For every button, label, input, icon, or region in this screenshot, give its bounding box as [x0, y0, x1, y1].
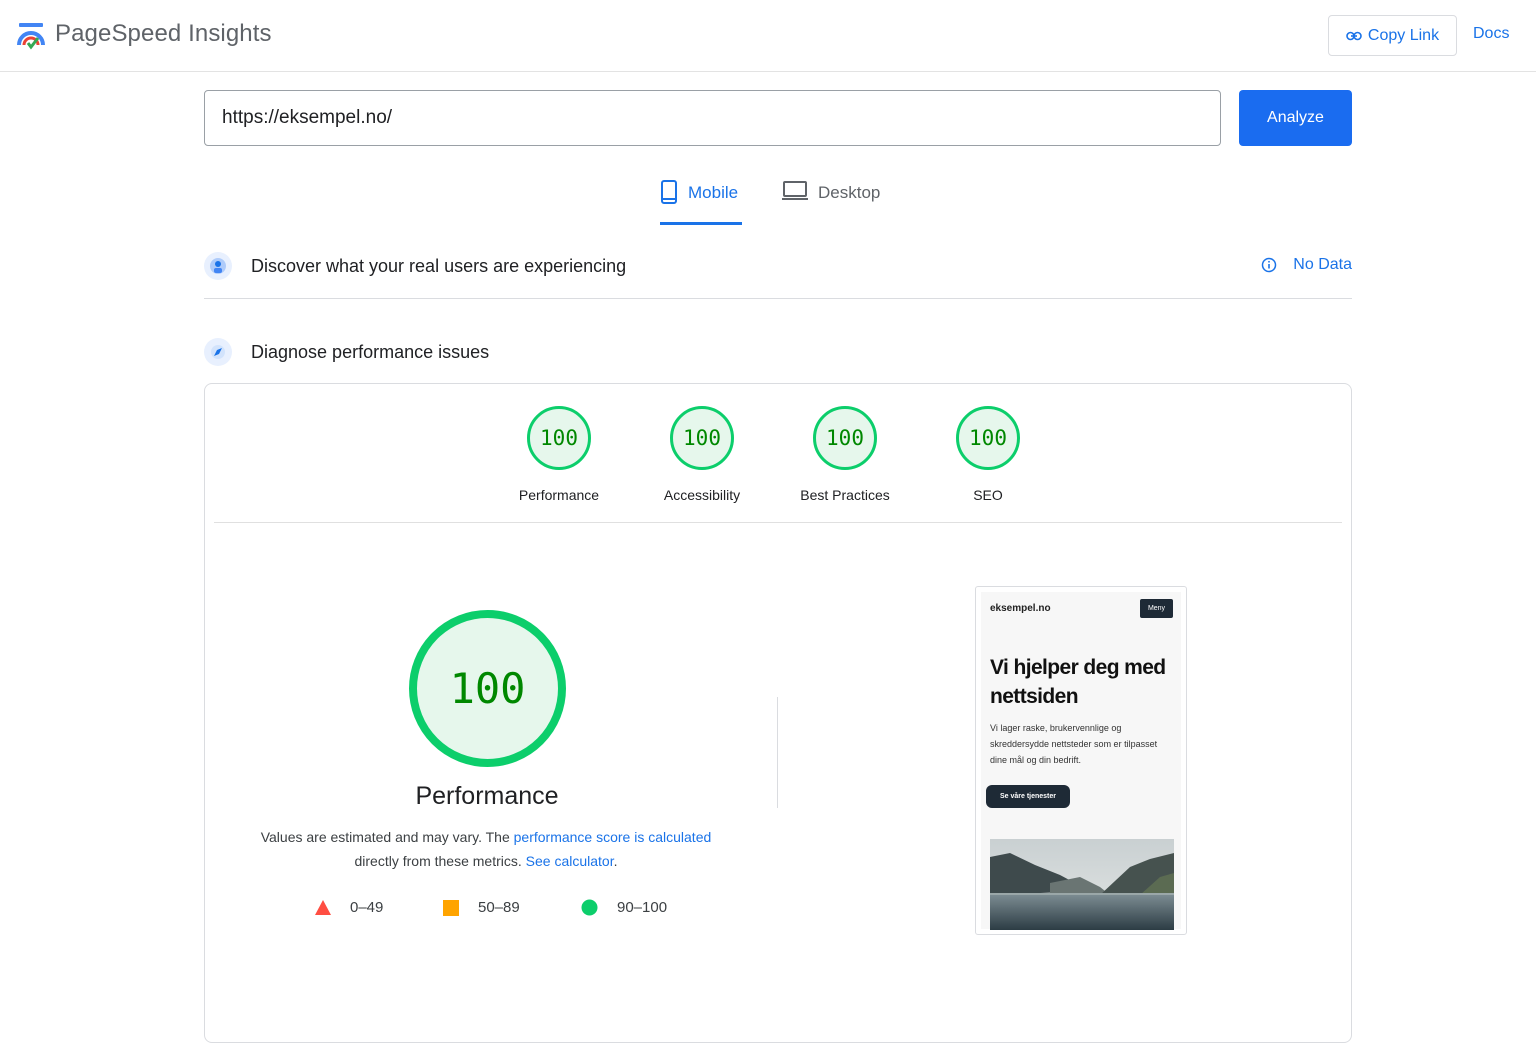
tab-desktop[interactable]: Desktop: [782, 180, 880, 222]
app-title[interactable]: PageSpeed Insights: [55, 20, 272, 48]
preview-site-name: eksempel.no: [990, 603, 1051, 614]
lab-data-section: Diagnose performance issues: [204, 338, 1352, 366]
score-circle: 100: [956, 406, 1020, 470]
tab-mobile-label: Mobile: [688, 183, 739, 202]
tab-mobile[interactable]: Mobile: [660, 180, 742, 225]
analyze-button[interactable]: Analyze: [1239, 90, 1352, 146]
gauge-label: Performance: [518, 487, 600, 503]
mobile-phone-icon: [661, 180, 677, 204]
field-data-title: Discover what your real users are experi…: [251, 255, 627, 276]
legend-fail-label: 0–49: [350, 899, 384, 916]
diagnose-icon: [204, 338, 232, 366]
info-icon[interactable]: [1261, 257, 1277, 273]
preview-menu-button: Meny: [1140, 599, 1173, 618]
vertical-divider: [777, 697, 778, 808]
pagespeed-logo-icon[interactable]: [17, 21, 47, 51]
users-icon: [204, 252, 232, 280]
gauge-label: Best Practices: [800, 487, 890, 503]
orange-square-icon: [443, 899, 459, 916]
performance-heading: Performance: [415, 782, 559, 810]
performance-score-gauge: 100: [409, 610, 566, 767]
preview-page: eksempel.no Meny Vi hjelper deg med nett…: [981, 592, 1181, 930]
legend-pass-label: 90–100: [617, 899, 668, 916]
score-circle: 100: [527, 406, 591, 470]
tab-desktop-label: Desktop: [818, 183, 881, 202]
url-input[interactable]: [204, 90, 1221, 146]
red-triangle-icon: [315, 900, 331, 915]
link-icon: [1346, 31, 1362, 40]
page-screenshot-preview[interactable]: eksempel.no Meny Vi hjelper deg med nett…: [975, 586, 1187, 935]
preview-body-text: Vi lager raske, brukervennlige og skredd…: [990, 723, 1158, 765]
score-calculated-link[interactable]: performance score is calculated: [514, 829, 712, 845]
see-calculator-link[interactable]: See calculator: [526, 853, 614, 869]
section-divider: [204, 298, 1352, 299]
legend-fail: 0–49: [315, 899, 383, 916]
legend-average-label: 50–89: [478, 899, 520, 916]
preview-fjord-image: [990, 839, 1174, 930]
preview-heading: Vi hjelper deg med nettsiden: [990, 656, 1166, 708]
legend-pass: 90–100: [581, 899, 667, 916]
score-circle: 100: [670, 406, 734, 470]
green-circle-icon: [581, 899, 598, 916]
copy-link-button[interactable]: Copy Link: [1328, 15, 1457, 56]
lab-data-title: Diagnose performance issues: [251, 341, 490, 362]
gauge-best-practices[interactable]: 100 Best Practices: [775, 406, 915, 503]
gauges-divider: [214, 522, 1342, 523]
gauge-accessibility[interactable]: 100 Accessibility: [632, 406, 772, 503]
preview-services-button: Se våre tjenester: [986, 785, 1070, 808]
performance-note: Values are estimated and may vary. The p…: [246, 825, 726, 873]
note-text: directly from these metrics.: [354, 853, 526, 869]
score-circle: 100: [813, 406, 877, 470]
field-data-section: Discover what your real users are experi…: [204, 252, 1352, 280]
note-text: Values are estimated and may vary. The: [260, 829, 514, 845]
gauge-label: Accessibility: [663, 487, 741, 503]
legend-average: 50–89: [443, 899, 520, 916]
gauge-label: SEO: [973, 487, 1003, 503]
top-bar: PageSpeed Insights Copy Link Docs: [0, 0, 1536, 72]
no-data-status[interactable]: No Data: [1261, 256, 1352, 274]
note-text: .: [613, 853, 618, 869]
desktop-monitor-icon: [782, 181, 808, 200]
gauge-performance[interactable]: 100 Performance: [489, 406, 629, 503]
no-data-label: No Data: [1293, 256, 1352, 273]
gauge-seo[interactable]: 100 SEO: [918, 406, 1058, 503]
copy-link-label: Copy Link: [1367, 26, 1440, 44]
docs-link[interactable]: Docs: [1473, 25, 1509, 43]
